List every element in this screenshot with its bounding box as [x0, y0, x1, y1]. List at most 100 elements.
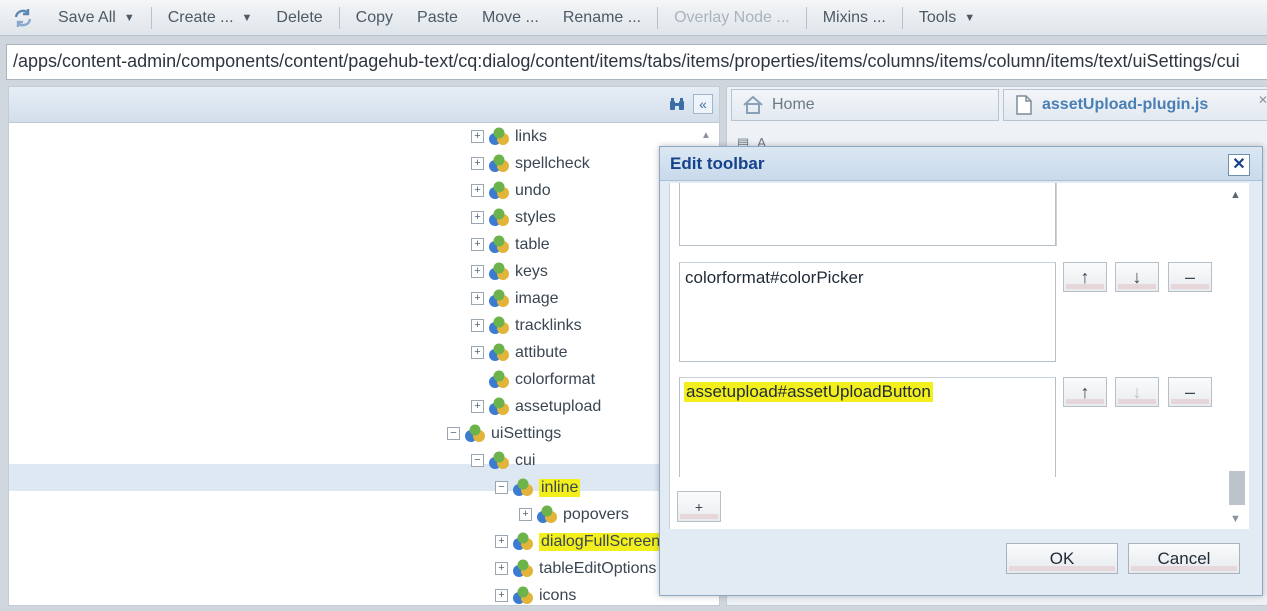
expand-icon[interactable]: + — [495, 589, 508, 602]
tree-panel-header: « — [9, 87, 719, 123]
chevron-down-icon[interactable]: ▼ — [242, 12, 253, 24]
expand-icon[interactable]: + — [471, 211, 484, 224]
tree-node-label: keys — [515, 262, 548, 280]
scrollbar-thumb[interactable] — [1229, 471, 1245, 505]
tree-node[interactable]: − cui — [471, 447, 535, 474]
dialog-body: colorformat#colorPicker ↑ ↓ – assetuploa… — [669, 183, 1225, 529]
dialog-scrollbar[interactable]: ▲ ▼ — [1225, 183, 1249, 529]
overlay-node-button[interactable]: Overlay Node ... — [662, 4, 802, 32]
node-icon — [464, 424, 486, 444]
create-button[interactable]: Create ... ▼ — [156, 4, 265, 32]
tab-asset-upload-plugin[interactable]: assetUpload-plugin.js ✕ — [1003, 89, 1267, 121]
tools-button[interactable]: Tools ▼ — [907, 4, 987, 32]
create-label: Create ... — [167, 8, 234, 26]
tree-node-label: spellcheck — [515, 154, 590, 172]
move-up-button[interactable]: ↑ — [1063, 262, 1107, 292]
node-icon — [488, 370, 510, 390]
node-icon — [488, 127, 510, 147]
paste-button[interactable]: Paste — [405, 4, 470, 32]
expand-icon[interactable]: + — [495, 562, 508, 575]
tree-node[interactable]: − uiSettings — [447, 420, 561, 447]
remove-entry-button[interactable]: – — [1168, 262, 1212, 292]
expand-icon[interactable]: + — [471, 400, 484, 413]
node-icon — [536, 505, 558, 525]
tree-node[interactable]: + spellcheck — [471, 150, 590, 177]
tree-node-label: assetupload — [515, 397, 602, 415]
tree-node[interactable]: + undo — [471, 177, 551, 204]
toolbar-entry-field[interactable]: colorformat#colorPicker — [679, 262, 1056, 362]
tree-node[interactable]: + attibute — [471, 339, 567, 366]
path-input[interactable]: /apps/content-admin/components/content/p… — [6, 44, 1267, 80]
dialog-title: Edit toolbar — [660, 147, 1262, 181]
expand-icon[interactable]: + — [471, 292, 484, 305]
toolbar-entry-field[interactable]: assetupload#assetUploadButton — [679, 377, 1056, 477]
scroll-up-arrow-icon[interactable]: ▲ — [701, 131, 713, 141]
expand-icon[interactable]: + — [495, 535, 508, 548]
tree-node-label: uiSettings — [491, 424, 562, 442]
tree-node[interactable]: + popovers — [519, 501, 629, 528]
refresh-icon[interactable] — [8, 4, 38, 32]
tree-node[interactable]: + links — [471, 123, 547, 150]
remove-entry-button[interactable]: – — [1168, 377, 1212, 407]
expand-icon[interactable]: + — [471, 184, 484, 197]
tree-node[interactable]: + styles — [471, 204, 556, 231]
tree-node[interactable]: colorformat — [471, 366, 595, 393]
rename-button[interactable]: Rename ... — [551, 4, 653, 32]
collapse-icon[interactable]: − — [471, 454, 484, 467]
home-icon — [742, 95, 764, 115]
collapse-panel-icon[interactable]: « — [693, 94, 713, 114]
expand-icon[interactable]: + — [471, 265, 484, 278]
move-up-button[interactable]: ↑ — [1063, 377, 1107, 407]
close-icon[interactable]: ✕ — [1258, 93, 1267, 107]
collapse-icon[interactable]: − — [495, 481, 508, 494]
node-icon — [512, 478, 534, 498]
tree-node[interactable]: + assetupload — [471, 393, 601, 420]
save-all-label: Save All — [58, 8, 116, 26]
tab-home[interactable]: Home — [731, 89, 999, 121]
expand-icon[interactable]: + — [471, 157, 484, 170]
file-icon — [1016, 95, 1032, 115]
scroll-down-arrow-icon[interactable]: ▼ — [1230, 513, 1241, 525]
add-entry-button[interactable]: + — [677, 491, 721, 522]
node-icon — [512, 586, 534, 606]
save-all-button[interactable]: Save All ▼ — [46, 4, 147, 32]
chevron-down-icon[interactable]: ▼ — [964, 12, 975, 24]
scroll-up-arrow-icon[interactable]: ▲ — [1230, 189, 1241, 201]
expand-icon[interactable]: + — [471, 130, 484, 143]
chevron-down-icon[interactable]: ▼ — [124, 12, 135, 24]
selected-row-highlight — [9, 464, 719, 491]
toolbar-divider — [805, 6, 807, 29]
node-icon — [488, 235, 510, 255]
tree-node[interactable]: + image — [471, 285, 559, 312]
tree-node-label: tracklinks — [515, 316, 582, 334]
main-toolbar: Save All ▼ Create ... ▼ Delete Copy Past… — [0, 0, 1267, 36]
mixins-button[interactable]: Mixins ... — [811, 4, 898, 32]
tree-node[interactable]: + table — [471, 231, 550, 258]
close-icon[interactable]: ✕ — [1228, 154, 1250, 176]
toolbar-entry-field[interactable] — [679, 183, 1056, 246]
expand-icon[interactable]: + — [471, 238, 484, 251]
collapse-icon[interactable]: − — [447, 427, 460, 440]
right-divider — [1056, 183, 1057, 246]
cancel-button[interactable]: Cancel — [1128, 543, 1240, 574]
tree-node[interactable]: − inline — [495, 474, 581, 501]
expand-icon[interactable]: + — [471, 346, 484, 359]
delete-button[interactable]: Delete — [264, 4, 334, 32]
tree-node[interactable]: + tableEditOptions — [495, 555, 656, 582]
expand-icon[interactable]: + — [471, 319, 484, 332]
copy-button[interactable]: Copy — [344, 4, 405, 32]
expand-icon[interactable]: + — [519, 508, 532, 521]
tree-node-label: attibute — [515, 343, 568, 361]
ok-button[interactable]: OK — [1006, 543, 1118, 574]
tree-node[interactable]: + icons — [495, 582, 576, 609]
move-down-button[interactable]: ↓ — [1115, 377, 1159, 407]
node-icon — [512, 532, 534, 552]
tree-node[interactable]: + keys — [471, 258, 548, 285]
node-icon — [488, 343, 510, 363]
tree-node[interactable]: + tracklinks — [471, 312, 582, 339]
tree-node[interactable]: + dialogFullScreen — [495, 528, 663, 555]
move-button[interactable]: Move ... — [470, 4, 551, 32]
node-icon — [488, 208, 510, 228]
move-down-button[interactable]: ↓ — [1115, 262, 1159, 292]
binoculars-icon[interactable] — [667, 94, 687, 114]
